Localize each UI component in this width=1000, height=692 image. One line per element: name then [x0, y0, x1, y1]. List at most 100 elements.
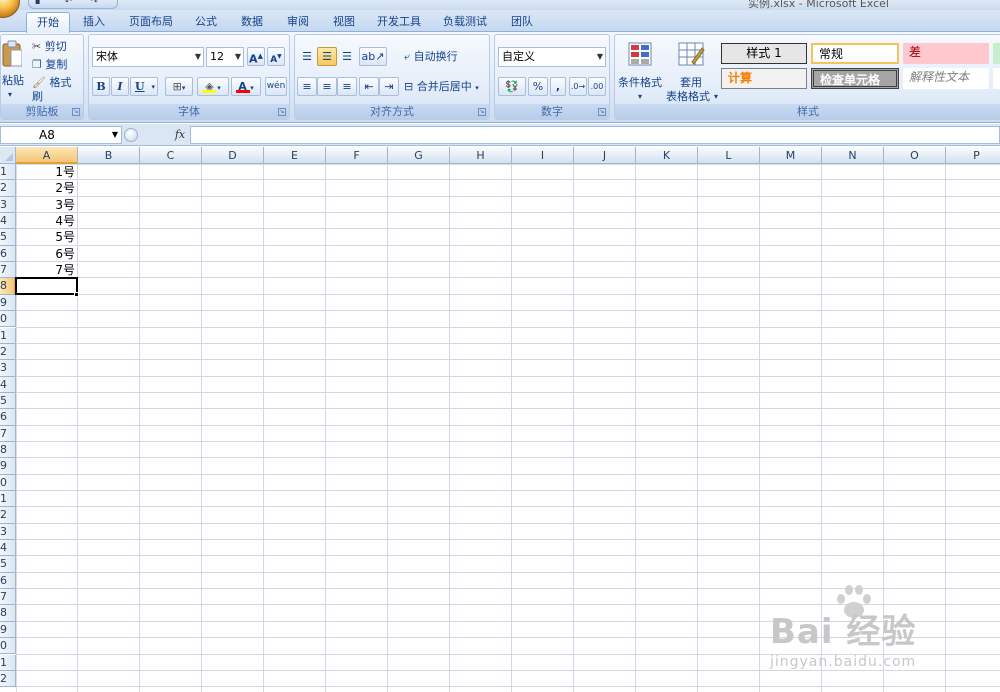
style-cell-calculation[interactable]: 计算: [721, 68, 807, 89]
row-header-30[interactable]: 0: [0, 638, 16, 655]
column-header-b[interactable]: B: [78, 147, 140, 164]
row-header-17[interactable]: 7: [0, 425, 16, 442]
tab-insert[interactable]: 插入: [74, 12, 114, 33]
font-name-combo[interactable]: 宋体 ▼: [92, 47, 204, 67]
phonetic-button[interactable]: wén: [265, 77, 287, 96]
column-header-j[interactable]: J: [574, 147, 636, 164]
align-center-button[interactable]: ≡: [317, 77, 337, 96]
row-header-26[interactable]: 6: [0, 572, 16, 590]
comma-button[interactable]: ,: [550, 77, 566, 96]
column-header-c[interactable]: C: [140, 147, 202, 164]
style-cell-style1[interactable]: 样式 1: [721, 43, 807, 64]
fill-handle[interactable]: [74, 291, 79, 297]
row-header-4[interactable]: 4: [0, 213, 16, 230]
column-header-a[interactable]: A: [16, 147, 78, 164]
column-header-e[interactable]: E: [264, 147, 326, 164]
cell-a2[interactable]: 2号: [16, 180, 78, 196]
style-cell-normal[interactable]: 常规: [811, 43, 899, 64]
dialog-launcher-icon[interactable]: ↘: [598, 108, 606, 116]
conditional-format-button[interactable]: 条件格式 ▾: [617, 39, 663, 101]
borders-button[interactable]: ⊞▾: [165, 77, 193, 96]
dialog-launcher-icon[interactable]: ↘: [478, 108, 486, 116]
style-cell-check-cell[interactable]: 检查单元格: [811, 68, 899, 89]
cell-a5[interactable]: 5号: [16, 229, 78, 245]
row-header-5[interactable]: 5: [0, 229, 16, 246]
increase-decimal-button[interactable]: .0→: [569, 77, 587, 96]
decrease-indent-button[interactable]: ⇤: [359, 77, 379, 96]
row-header-12[interactable]: 2: [0, 343, 16, 361]
row-header-2[interactable]: 2: [0, 180, 16, 197]
column-header-i[interactable]: I: [512, 147, 574, 164]
tab-load-test[interactable]: 负载测试: [438, 12, 492, 33]
style-cell-partial[interactable]: [993, 68, 1000, 89]
row-header-15[interactable]: 5: [0, 392, 16, 410]
column-header-m[interactable]: M: [760, 147, 822, 164]
cell-a4[interactable]: 4号: [16, 213, 78, 229]
column-header-k[interactable]: K: [636, 147, 698, 164]
tab-team[interactable]: 团队: [504, 12, 540, 33]
wrap-text-button[interactable]: ⤶ 自动换行: [403, 47, 489, 66]
row-header-23[interactable]: 3: [0, 523, 16, 541]
align-left-button[interactable]: ≡: [297, 77, 317, 96]
dialog-launcher-icon[interactable]: ↘: [278, 108, 286, 116]
format-painter-button[interactable]: 🖌 格式刷: [31, 75, 83, 103]
cell-a6[interactable]: 6号: [16, 246, 78, 262]
row-header-32[interactable]: 2: [0, 670, 16, 688]
select-all-corner[interactable]: [0, 147, 16, 164]
redo-icon[interactable]: ↷: [91, 0, 98, 6]
format-as-table-button[interactable]: 套用 表格格式 ▾: [665, 39, 718, 103]
tab-view[interactable]: 视图: [326, 12, 362, 33]
row-header-8[interactable]: 8: [0, 278, 16, 295]
percent-button[interactable]: %: [528, 77, 548, 96]
fill-color-button[interactable]: ◈ ▾: [197, 77, 229, 96]
row-header-25[interactable]: 5: [0, 556, 16, 573]
paste-button[interactable]: 粘贴 ▾: [1, 37, 24, 99]
row-header-7[interactable]: 7: [0, 262, 16, 279]
column-header-d[interactable]: D: [202, 147, 264, 164]
italic-button[interactable]: I: [111, 77, 129, 96]
row-header-24[interactable]: 4: [0, 540, 16, 557]
copy-button[interactable]: ❐ 复制: [31, 57, 81, 73]
row-header-31[interactable]: 1: [0, 654, 16, 671]
row-header-20[interactable]: 0: [0, 474, 16, 491]
row-header-3[interactable]: 3: [0, 196, 16, 214]
row-header-21[interactable]: 1: [0, 491, 16, 508]
row-header-29[interactable]: 9: [0, 621, 16, 639]
formula-input[interactable]: [190, 126, 1000, 144]
cut-button[interactable]: ✂ 剪切: [31, 39, 81, 55]
style-cell-explanatory[interactable]: 解释性文本: [903, 68, 989, 89]
column-header-g[interactable]: G: [388, 147, 450, 164]
row-header-11[interactable]: 1: [0, 327, 16, 344]
row-header-10[interactable]: 0: [0, 311, 16, 328]
row-header-27[interactable]: 7: [0, 589, 16, 606]
tab-formulas[interactable]: 公式: [188, 12, 224, 33]
column-header-h[interactable]: H: [450, 147, 512, 164]
font-size-combo[interactable]: 12 ▼: [206, 47, 244, 67]
row-header-18[interactable]: 8: [0, 441, 16, 459]
save-icon[interactable]: ▪: [35, 0, 40, 6]
tab-review[interactable]: 审阅: [280, 12, 316, 33]
row-header-13[interactable]: 3: [0, 360, 16, 377]
font-color-button[interactable]: A ▾: [231, 77, 261, 96]
tab-data[interactable]: 数据: [234, 12, 270, 33]
row-header-28[interactable]: 8: [0, 605, 16, 622]
accounting-format-button[interactable]: 💱: [498, 77, 526, 96]
name-box[interactable]: A8 ▼: [0, 126, 122, 144]
column-header-o[interactable]: O: [884, 147, 946, 164]
cell-a3[interactable]: 3号: [16, 197, 78, 213]
undo-icon[interactable]: ↶: [65, 0, 72, 6]
row-header-1[interactable]: 1: [0, 164, 16, 181]
shrink-font-button[interactable]: A▼: [267, 47, 285, 66]
number-format-combo[interactable]: 自定义 ▼: [498, 47, 606, 67]
align-top-button[interactable]: ☰: [297, 47, 317, 66]
column-header-n[interactable]: N: [822, 147, 884, 164]
row-header-19[interactable]: 9: [0, 458, 16, 475]
grow-font-button[interactable]: A▲: [247, 47, 265, 66]
row-header-22[interactable]: 2: [0, 507, 16, 524]
increase-indent-button[interactable]: ⇥: [379, 77, 399, 96]
active-cell-a8[interactable]: [15, 277, 78, 295]
chevron-down-icon[interactable]: ▼: [112, 127, 118, 143]
align-bottom-button[interactable]: ☰: [337, 47, 357, 66]
decrease-decimal-button[interactable]: .00: [588, 77, 606, 96]
align-middle-button[interactable]: ☰: [317, 47, 337, 66]
